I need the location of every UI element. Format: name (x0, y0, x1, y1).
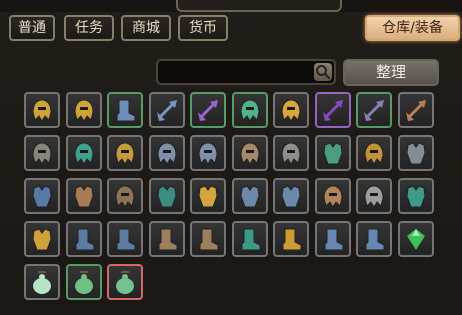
gold-ornament-icon (281, 99, 301, 122)
gold-helm-icon (364, 142, 384, 165)
tab-currency[interactable]: 货币 (178, 15, 228, 41)
inventory-slot[interactable] (190, 92, 226, 128)
inventory-slot[interactable] (148, 135, 185, 171)
tab-warehouse[interactable]: 仓库/装备 (365, 15, 460, 41)
inventory-slot[interactable] (24, 178, 60, 214)
steel-plate-icon (239, 185, 260, 208)
inventory-slot[interactable] (107, 221, 143, 257)
inventory-slot[interactable] (314, 92, 351, 128)
green-gourd-icon (74, 271, 93, 294)
inventory-slot[interactable] (314, 178, 351, 214)
steel-helmet-icon (198, 142, 218, 165)
blue-boots-icon (116, 99, 136, 122)
search-icon[interactable] (314, 63, 332, 81)
pale-gourd-icon (33, 271, 51, 294)
purple-blade-icon (364, 100, 384, 121)
tab-shop[interactable]: 商城 (121, 15, 171, 41)
grey-helm-icon (364, 185, 384, 208)
inventory-slot[interactable] (24, 92, 60, 128)
inventory-slot[interactable] (65, 135, 102, 171)
teal-chest-icon (405, 185, 426, 208)
inventory-slot[interactable] (356, 135, 392, 171)
inventory-slot[interactable] (65, 264, 102, 300)
inventory-slot[interactable] (273, 92, 309, 128)
gold-boot-icon (282, 228, 302, 251)
green-armor-icon (322, 142, 343, 165)
inventory-slot[interactable] (231, 178, 268, 214)
teal-plate-icon (156, 185, 177, 208)
steel-plate-icon (281, 185, 301, 208)
gold-helmet-icon (32, 99, 52, 122)
inventory-slot[interactable] (356, 221, 392, 257)
inventory-slot[interactable] (273, 178, 309, 214)
inventory-slot[interactable] (231, 92, 268, 128)
grey-armor-icon (405, 142, 426, 165)
inventory-slot[interactable] (397, 92, 434, 128)
inventory-slot[interactable] (107, 92, 143, 128)
inventory-slot[interactable] (397, 221, 434, 257)
gold-gauntlet-icon (32, 228, 52, 251)
inventory-slot[interactable] (397, 135, 434, 171)
gold-plate-icon (198, 185, 218, 208)
inventory-slot[interactable] (148, 178, 185, 214)
inventory-slot[interactable] (231, 221, 268, 257)
teal-boot-icon (241, 228, 260, 251)
search-input[interactable] (156, 59, 336, 85)
steel-greave-icon (324, 228, 343, 251)
steel-boots-icon (116, 228, 136, 251)
bronze-mask-icon (239, 142, 260, 165)
inventory-slot[interactable] (273, 135, 309, 171)
stone-helmet-icon (32, 142, 52, 165)
sort-button[interactable]: 整理 (343, 59, 439, 86)
inventory-slot[interactable] (356, 178, 392, 214)
inventory-slot[interactable] (24, 135, 60, 171)
steel-helmet-icon (156, 142, 177, 165)
purple-blade-icon (322, 100, 343, 121)
inventory-slot[interactable] (65, 178, 102, 214)
green-gourd-icon (116, 271, 134, 294)
gold-helmet-icon (73, 99, 94, 122)
bronze-plate-icon (73, 185, 94, 208)
bronze-visor-icon (322, 185, 343, 208)
inventory-slot[interactable] (314, 135, 351, 171)
inventory-slot[interactable] (24, 221, 60, 257)
inventory-slot[interactable] (107, 178, 143, 214)
inventory-slot[interactable] (107, 135, 143, 171)
inventory-slot[interactable] (397, 178, 434, 214)
inventory-slot[interactable] (314, 221, 351, 257)
inventory-slot[interactable] (148, 92, 185, 128)
twin-axes-icon (156, 100, 177, 121)
inventory-slot[interactable] (24, 264, 60, 300)
window-title-frame (176, 0, 342, 12)
inventory-slot[interactable] (190, 135, 226, 171)
tab-quest[interactable]: 任务 (64, 15, 114, 41)
inventory-slot[interactable] (190, 178, 226, 214)
inventory-slot[interactable] (65, 221, 102, 257)
inventory-slot[interactable] (190, 221, 226, 257)
inventory-window: 普通 任务 商城 货币 仓库/装备 整理 (0, 0, 462, 315)
inventory-slot[interactable] (148, 221, 185, 257)
emerald-gem-icon (406, 229, 425, 250)
steel-boots-icon (75, 228, 94, 251)
bronze-blade-icon (405, 100, 426, 121)
inventory-slot[interactable] (107, 264, 143, 300)
purple-axes-icon (198, 100, 218, 121)
blue-armor-icon (32, 185, 52, 208)
inventory-slot[interactable] (273, 221, 309, 257)
bronze-boot-icon (158, 228, 177, 251)
gold-visor-icon (115, 142, 135, 165)
inventory-slot[interactable] (356, 92, 392, 128)
inventory-slot[interactable] (231, 135, 268, 171)
tab-normal[interactable]: 普通 (9, 15, 55, 41)
green-gear-icon (239, 99, 260, 122)
teal-hat-icon (73, 142, 94, 165)
bronze-boot-icon (199, 228, 219, 251)
demon-helm-icon (115, 185, 135, 208)
inventory-slot[interactable] (65, 92, 102, 128)
steel-greave-icon (365, 228, 385, 251)
grey-mask-icon (281, 142, 301, 165)
